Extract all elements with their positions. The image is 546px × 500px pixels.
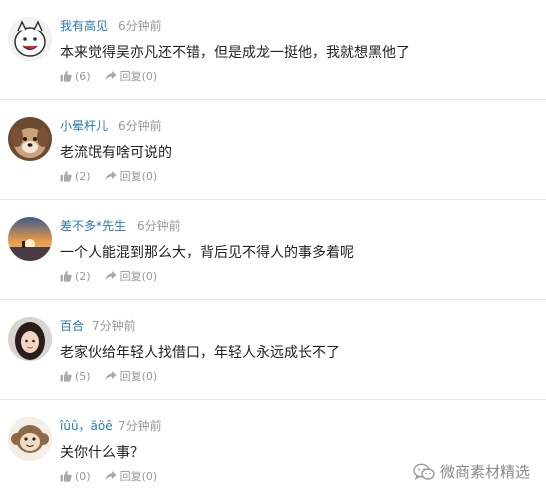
share-arrow-icon — [105, 171, 117, 181]
reply-button[interactable]: 回复 (0) — [105, 268, 158, 284]
share-arrow-icon — [105, 371, 117, 381]
comment-author[interactable]: 差不多*先生 — [60, 217, 126, 234]
comment-text: 老家伙给年轻人找借口，年轻人永远成长不了 — [60, 345, 340, 361]
avatar[interactable] — [8, 217, 52, 261]
thumbs-up-icon — [60, 170, 72, 182]
reply-label: 回复 — [119, 270, 142, 283]
comment-author[interactable]: 百合 — [60, 317, 84, 334]
comment-item: 我有高见 6分钟前 本来觉得吴亦凡还不错，但是成龙一挺他，我就想黑他了 (6) … — [0, 0, 546, 100]
comment-text: 老流氓有啥可说的 — [60, 145, 172, 161]
comment-author[interactable]: 我有高见 — [60, 17, 108, 34]
wechat-icon — [413, 463, 435, 480]
comment-author[interactable]: îûû，ãöê — [60, 417, 113, 434]
avatar[interactable] — [8, 417, 52, 461]
comment-item: îûû，ãöê 7分钟前 关你什么事？ (0) 回复 (0) — [0, 400, 546, 500]
sunset-photo-avatar-icon — [8, 217, 52, 261]
comment-item: 小晕杆儿 6分钟前 老流氓有啥可说的 (2) 回复 (0) — [0, 100, 546, 200]
like-button[interactable]: (5) — [60, 370, 91, 383]
comment-time: 6分钟前 — [118, 19, 162, 33]
comment-text: 关你什么事？ — [60, 445, 144, 461]
reply-button[interactable]: 回复 (0) — [105, 68, 158, 84]
share-arrow-icon — [105, 271, 117, 281]
comment-time: 7分钟前 — [118, 419, 162, 433]
comment-actions: (5) 回复 (0) — [60, 368, 157, 384]
comment-author[interactable]: 小晕杆儿 — [60, 117, 108, 134]
comment-time: 6分钟前 — [118, 119, 162, 133]
reply-count: (0) — [141, 169, 158, 183]
comment-text: 本来觉得吴亦凡还不错，但是成龙一挺他，我就想黑他了 — [60, 45, 410, 61]
reply-label: 回复 — [119, 70, 142, 83]
avatar[interactable] — [8, 317, 52, 361]
reply-button[interactable]: 回复 (0) — [105, 368, 158, 384]
comment-actions: (2) 回复 (0) — [60, 168, 157, 184]
avatar[interactable] — [8, 17, 52, 61]
comment-actions: (2) 回复 (0) — [60, 268, 157, 284]
thumbs-up-icon — [60, 70, 72, 82]
like-count: (5) — [75, 369, 91, 383]
thumbs-up-icon — [60, 470, 72, 482]
reply-label: 回复 — [119, 370, 142, 383]
reply-label: 回复 — [119, 170, 142, 183]
comment-time: 6分钟前 — [137, 219, 181, 233]
reply-count: (0) — [141, 269, 158, 283]
like-count: (0) — [75, 469, 91, 483]
comment-item: 差不多*先生 6分钟前 一个人能混到那么大，背后见不得人的事多着呢 (2) 回复… — [0, 200, 546, 300]
reply-count: (0) — [141, 369, 158, 383]
comment-item: 百合 7分钟前 老家伙给年轻人找借口，年轻人永远成长不了 (5) 回复 (0) — [0, 300, 546, 400]
cartoon-face-avatar-icon — [8, 17, 52, 61]
like-button[interactable]: (2) — [60, 270, 91, 283]
reply-count: (0) — [141, 69, 158, 83]
reply-label: 回复 — [119, 470, 142, 483]
like-button[interactable]: (2) — [60, 170, 91, 183]
avatar[interactable] — [8, 117, 52, 161]
thumbs-up-icon — [60, 370, 72, 382]
cartoon-monkey-avatar-icon — [8, 417, 52, 461]
like-count: (6) — [75, 69, 91, 83]
like-count: (2) — [75, 269, 91, 283]
woman-photo-avatar-icon — [8, 317, 52, 361]
comment-actions: (6) 回复 (0) — [60, 68, 157, 84]
watermark: 微商素材精选 — [413, 461, 530, 482]
thumbs-up-icon — [60, 270, 72, 282]
like-count: (2) — [75, 169, 91, 183]
share-arrow-icon — [105, 471, 117, 481]
watermark-text: 微商素材精选 — [439, 463, 530, 481]
reply-button[interactable]: 回复 (0) — [105, 168, 158, 184]
comment-time: 7分钟前 — [92, 319, 136, 333]
reply-count: (0) — [141, 469, 158, 483]
comment-list: 我有高见 6分钟前 本来觉得吴亦凡还不错，但是成龙一挺他，我就想黑他了 (6) … — [0, 0, 546, 500]
like-button[interactable]: (6) — [60, 70, 91, 83]
share-arrow-icon — [105, 71, 117, 81]
comment-actions: (0) 回复 (0) — [60, 468, 157, 484]
dog-photo-avatar-icon — [8, 117, 52, 161]
like-button[interactable]: (0) — [60, 470, 91, 483]
comment-text: 一个人能混到那么大，背后见不得人的事多着呢 — [60, 245, 354, 261]
reply-button[interactable]: 回复 (0) — [105, 468, 158, 484]
